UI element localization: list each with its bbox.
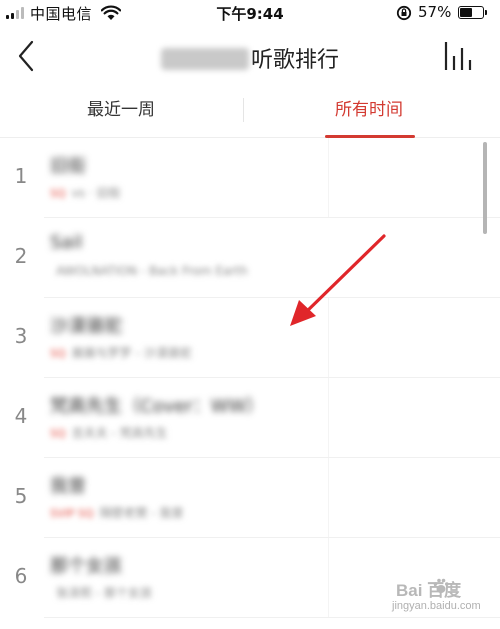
watermark-url: jingyan.baidu.com bbox=[392, 600, 481, 612]
watermark-brand: Bai 百度 bbox=[396, 581, 462, 600]
artist-album: vs · 旧街 bbox=[71, 186, 121, 200]
song-subtitle: 张泽熙 - 那个女孩 bbox=[50, 584, 152, 601]
rank-number: 2 bbox=[14, 244, 28, 268]
page-title: 听歌排行 bbox=[0, 42, 500, 74]
chart-button[interactable] bbox=[438, 38, 478, 76]
row-edge bbox=[328, 298, 329, 378]
quality-badge: SQ bbox=[50, 187, 66, 200]
tab-bar: 最近一周 所有时间 bbox=[0, 84, 500, 138]
scrollbar[interactable] bbox=[483, 142, 487, 234]
tab-divider bbox=[243, 98, 244, 122]
battery-level bbox=[460, 8, 472, 17]
nav-bar: 听歌排行 bbox=[0, 28, 500, 84]
song-title: 沙漠骆驼 bbox=[50, 316, 122, 337]
battery-percent: 57% bbox=[418, 3, 452, 21]
row-edge bbox=[328, 378, 329, 458]
list-item[interactable]: 3 沙漠骆驼 SQ 展展与罗罗 - 沙漠骆驼 bbox=[0, 298, 500, 378]
list-item[interactable]: 4 梵高先生（Cover：WW） SQ 吉夫夫 - 梵高先生 bbox=[0, 378, 500, 458]
status-bar: 中国电信 下午9:44 57% bbox=[0, 0, 500, 28]
song-title: 旧街 bbox=[50, 156, 86, 177]
song-title: 梵高先生（Cover：WW） bbox=[50, 396, 265, 417]
artist-album: 张泽熙 - 那个女孩 bbox=[56, 586, 152, 600]
rotation-lock-icon bbox=[396, 5, 412, 21]
song-title: 我曾 bbox=[50, 476, 86, 497]
baidu-watermark: Bai 百度 jingyan.baidu.com bbox=[384, 574, 494, 624]
row-edge bbox=[328, 538, 329, 618]
quality-badge: SQ bbox=[50, 347, 66, 360]
list-item[interactable]: 1 旧街 SQ vs · 旧街 bbox=[0, 138, 500, 218]
tab-recent-week[interactable]: 最近一周 bbox=[0, 84, 242, 138]
song-subtitle: SQ 展展与罗罗 - 沙漠骆驼 bbox=[50, 344, 192, 361]
rank-number: 5 bbox=[14, 484, 28, 508]
song-subtitle: SQ vs · 旧街 bbox=[50, 184, 120, 201]
song-subtitle: SQ 吉夫夫 - 梵高先生 bbox=[50, 424, 168, 441]
song-subtitle: SVIP SQ 隔壁老樊 - 我曾 bbox=[50, 504, 184, 521]
artist-album: 展展与罗罗 - 沙漠骆驼 bbox=[71, 346, 192, 360]
battery-cap bbox=[485, 10, 487, 15]
rank-number: 6 bbox=[14, 564, 28, 588]
artist-album: 吉夫夫 - 梵高先生 bbox=[71, 426, 168, 440]
artist-album: 隔壁老樊 - 我曾 bbox=[99, 506, 184, 520]
quality-badge: SVIP SQ bbox=[50, 507, 94, 520]
blurred-username bbox=[160, 48, 249, 70]
page-title-text: 听歌排行 bbox=[250, 48, 339, 73]
battery-icon bbox=[458, 6, 484, 19]
song-title: Sail bbox=[50, 232, 83, 253]
artist-album: AWOLNATION - Back From Earth bbox=[56, 264, 248, 278]
paw-icon bbox=[433, 578, 449, 593]
quality-badge: SQ bbox=[50, 427, 66, 440]
list-item[interactable]: 2 Sail AWOLNATION - Back From Earth bbox=[0, 218, 500, 298]
row-edge bbox=[328, 458, 329, 538]
list-item[interactable]: 5 我曾 SVIP SQ 隔壁老樊 - 我曾 bbox=[0, 458, 500, 538]
song-subtitle: AWOLNATION - Back From Earth bbox=[50, 264, 248, 278]
rank-number: 1 bbox=[14, 164, 28, 188]
tab-all-time[interactable]: 所有时间 bbox=[248, 84, 490, 138]
bar-chart-icon bbox=[444, 42, 472, 70]
rank-number: 4 bbox=[14, 404, 28, 428]
song-title: 那个女孩 bbox=[50, 556, 122, 577]
song-ranking-list: 1 旧街 SQ vs · 旧街 2 Sail AWOLNATION - Back … bbox=[0, 138, 500, 629]
phone-screen: 中国电信 下午9:44 57% 听歌排行 最近一周 所有时间 1 旧街 SQ v… bbox=[0, 0, 500, 629]
rank-number: 3 bbox=[14, 324, 28, 348]
row-edge bbox=[328, 138, 329, 218]
